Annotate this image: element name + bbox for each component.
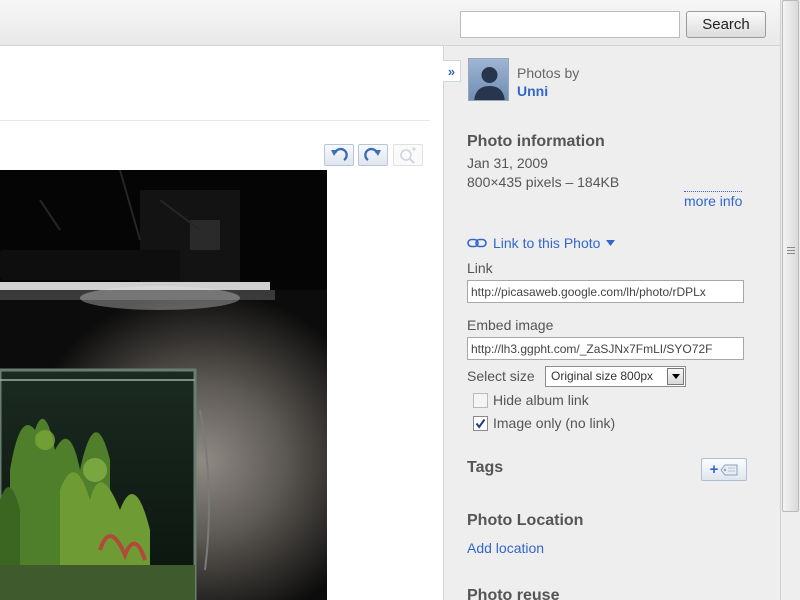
hide-album-link-option[interactable]: Hide album link [473, 392, 589, 408]
hide-album-link-checkbox[interactable] [473, 392, 488, 408]
embed-image-label: Embed image [467, 317, 554, 333]
link-to-photo-label: Link to this Photo [493, 235, 601, 251]
more-info-link[interactable]: more info [684, 191, 743, 209]
image-only-checkbox[interactable] [473, 415, 488, 431]
add-tag-button[interactable]: + [701, 458, 747, 481]
add-location-link[interactable]: Add location [467, 540, 544, 556]
search-button[interactable]: Search [686, 11, 766, 38]
user-silhouette-icon [474, 67, 505, 100]
photo-location-heading: Photo Location [467, 512, 584, 529]
zoom-button[interactable] [393, 144, 423, 166]
dropdown-arrow-icon [606, 240, 616, 246]
image-only-option[interactable]: Image only (no link) [473, 415, 615, 431]
search-input[interactable] [460, 11, 680, 38]
top-bar: Search [0, 0, 780, 46]
photo-dimensions: 800×435 pixels – 184KB [467, 174, 620, 190]
checkmark-icon [475, 418, 486, 429]
size-select[interactable]: Original size 800px [545, 366, 686, 387]
owner-link[interactable]: Unni [517, 83, 548, 99]
photo-date: Jan 31, 2009 [467, 155, 548, 171]
rotate-right-button[interactable] [358, 144, 388, 166]
rotate-left-button[interactable] [324, 144, 354, 166]
collapse-sidebar-button[interactable]: » [443, 60, 461, 82]
avatar[interactable] [468, 58, 509, 101]
plus-icon: + [709, 461, 719, 478]
link-to-photo-menu[interactable]: Link to this Photo [467, 235, 616, 251]
photo-panel [0, 46, 443, 600]
chevron-down-icon [667, 368, 684, 385]
photos-by-label: Photos by [517, 65, 580, 81]
aquarium-image [0, 170, 327, 600]
rotate-left-icon [331, 147, 348, 161]
chain-link-icon [467, 238, 487, 248]
aquarium-photo[interactable] [0, 170, 327, 600]
tags-heading: Tags [467, 459, 504, 476]
rotate-right-icon [364, 147, 381, 161]
hide-album-link-label: Hide album link [493, 392, 589, 408]
size-select-value: Original size 800px [551, 369, 654, 383]
link-label: Link [467, 260, 493, 276]
embed-url-field[interactable] [467, 337, 744, 360]
photo-sidebar: » Photos by Unni Photo information Jan 3… [443, 46, 780, 600]
divider [0, 120, 430, 121]
scrollbar-thumb[interactable] [782, 0, 799, 512]
tag-icon [720, 464, 738, 475]
photo-reuse-heading: Photo reuse [467, 587, 560, 600]
image-only-label: Image only (no link) [493, 415, 616, 431]
grip-icon [787, 247, 795, 256]
scrollbar[interactable] [780, 0, 800, 600]
photo-info-heading: Photo information [467, 133, 605, 150]
link-url-field[interactable] [467, 280, 744, 303]
zoom-in-icon [400, 147, 416, 164]
select-size-label: Select size [467, 368, 535, 384]
